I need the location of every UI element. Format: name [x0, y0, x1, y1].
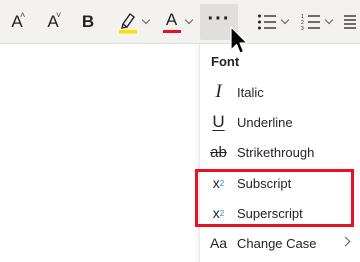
menu-item-label: Underline — [237, 114, 293, 130]
menu-item-label: Change Case — [237, 235, 317, 251]
italic-icon: I — [215, 81, 222, 102]
mouse-cursor-icon — [230, 26, 248, 54]
align-button[interactable] — [342, 4, 360, 40]
menu-item-change-case[interactable]: Aa Change Case — [200, 228, 360, 258]
font-color-icon: A — [162, 10, 181, 34]
more-options-menu: Font I Italic U Underline ab Strikethrou… — [199, 44, 360, 262]
align-icon — [344, 15, 356, 29]
bold-icon: B — [81, 12, 95, 31]
chevron-down-icon[interactable] — [184, 15, 193, 25]
numbered-list-icon: 1 2 3 — [301, 14, 320, 31]
strikethrough-icon: ab — [210, 143, 227, 161]
highlight-color-button[interactable] — [112, 4, 154, 40]
menu-item-strikethrough[interactable]: ab Strikethrough — [200, 137, 360, 167]
more-icon: ··· — [207, 8, 231, 30]
bullet-list-icon — [257, 14, 276, 30]
highlight-box — [195, 169, 354, 227]
svg-text:3: 3 — [301, 26, 304, 31]
menu-item-label: Italic — [237, 84, 264, 100]
shrink-font-button[interactable]: A ˅ — [40, 4, 66, 40]
menu-item-italic[interactable]: I Italic — [200, 77, 360, 107]
font-color-swatch — [162, 29, 181, 34]
ribbon-toolbar: A ˄ A ˅ B A ··· 1 2 3 — [0, 0, 360, 44]
grow-font-button[interactable]: A ˄ — [4, 4, 30, 40]
menu-item-label: Strikethrough — [237, 144, 315, 160]
bold-button[interactable]: B — [76, 4, 100, 40]
numbering-button[interactable]: 1 2 3 — [298, 4, 334, 40]
chevron-right-icon — [340, 236, 351, 247]
chevron-down-icon[interactable] — [324, 15, 333, 25]
chevron-down-icon[interactable] — [280, 15, 289, 25]
menu-item-underline[interactable]: U Underline — [200, 107, 360, 137]
change-case-icon: Aa — [209, 235, 228, 251]
underline-icon: U — [212, 112, 225, 131]
bullets-button[interactable] — [254, 4, 290, 40]
chevron-down-icon[interactable] — [141, 15, 150, 25]
highlighter-icon — [118, 13, 137, 34]
font-color-button[interactable]: A — [160, 4, 194, 40]
